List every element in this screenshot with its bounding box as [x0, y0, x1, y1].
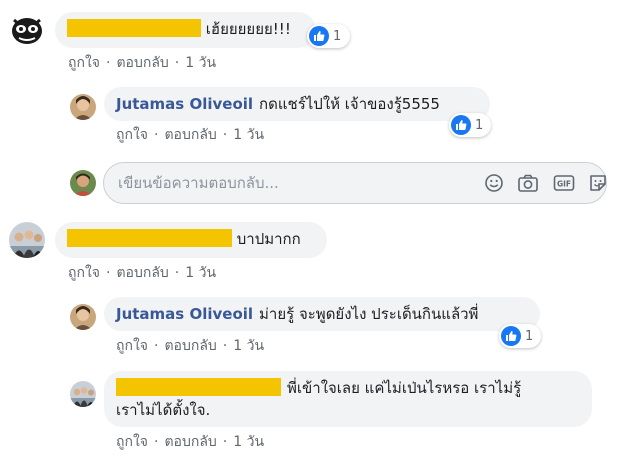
smiley-icon[interactable] [483, 172, 505, 194]
reply-text-line-1: พี่เข้าใจเลย แค่ไม่เป่นไรหรอ เราไม่รู้ [287, 379, 522, 397]
timestamp[interactable]: 1 วัน [233, 338, 264, 354]
reply-link[interactable]: ตอบกลับ [164, 127, 216, 143]
reply-bubble: Jutamas Oliveoil ม่ายรู้ จะพูดยังไง ประเด… [104, 297, 540, 331]
reply-input[interactable] [118, 163, 478, 203]
reply-link[interactable]: ตอบกลับ [116, 55, 168, 71]
reaction-number: 1 [333, 28, 342, 44]
comment-actions: ถูกใจ · ตอบกลับ · 1 วัน [68, 262, 216, 284]
sticker-icon[interactable] [587, 172, 609, 194]
reply-bubble: Jutamas Oliveoil กดแชร์ไปให้ เจ้าของรู้55… [104, 87, 490, 121]
reply-text: ม่ายรู้ จะพูดยังไง ประเด็นกินแล้วพี่ [259, 305, 479, 323]
reply-link[interactable]: ตอบกลับ [164, 434, 216, 450]
comment-text: บาปมากก [236, 230, 301, 248]
gif-icon[interactable]: GIF [553, 172, 575, 194]
separator-dot: · [154, 434, 159, 450]
separator-dot: · [174, 55, 180, 71]
separator-dot: · [222, 434, 228, 450]
timestamp[interactable]: 1 วัน [233, 434, 264, 450]
timestamp[interactable]: 1 วัน [233, 127, 264, 143]
separator-dot: · [174, 265, 180, 281]
reply-author-name[interactable]: Jutamas Oliveoil [116, 305, 253, 323]
reaction-count[interactable]: 1 [499, 324, 541, 348]
comment-bubble: บาปมากก [55, 222, 327, 258]
reaction-count[interactable]: 1 [449, 113, 491, 137]
like-link[interactable]: ถูกใจ [68, 55, 100, 71]
redacted-author-name [67, 229, 232, 247]
reply-text-line-2: เราไม่ได้ตั้งใจ. [116, 401, 211, 419]
reply-link[interactable]: ตอบกลับ [164, 338, 216, 354]
separator-dot: · [222, 338, 228, 354]
comment-actions: ถูกใจ · ตอบกลับ · 1 วัน [68, 52, 216, 74]
separator-dot: · [222, 127, 228, 143]
timestamp[interactable]: 1 วัน [185, 265, 216, 281]
reaction-number: 1 [475, 117, 484, 133]
reply-actions: ถูกใจ · ตอบกลับ · 1 วัน [116, 431, 264, 453]
redacted-author-name [116, 378, 281, 396]
reaction-count[interactable]: 1 [307, 24, 350, 48]
like-link[interactable]: ถูกใจ [116, 434, 148, 450]
reply-link[interactable]: ตอบกลับ [116, 265, 168, 281]
thumbs-up-icon [309, 26, 329, 46]
reply-text: กดแชร์ไปให้ เจ้าของรู้5555 [259, 95, 440, 113]
camera-icon[interactable] [517, 172, 539, 194]
like-link[interactable]: ถูกใจ [116, 127, 148, 143]
reply-actions: ถูกใจ · ตอบกลับ · 1 วัน [116, 124, 264, 146]
separator-dot: · [154, 127, 159, 143]
like-link[interactable]: ถูกใจ [68, 265, 100, 281]
reply-bubble: พี่เข้าใจเลย แค่ไม่เป่นไรหรอ เราไม่รู้ เ… [104, 371, 592, 427]
reaction-number: 1 [525, 328, 534, 344]
separator-dot: · [106, 265, 111, 281]
reply-author-avatar[interactable] [70, 304, 96, 330]
commenter-avatar[interactable] [9, 11, 45, 47]
separator-dot: · [154, 338, 159, 354]
thumbs-up-icon [501, 326, 521, 346]
reply-actions: ถูกใจ · ตอบกลับ · 1 วัน [116, 335, 264, 357]
reply-author-avatar[interactable] [70, 94, 96, 120]
reply-author-name[interactable]: Jutamas Oliveoil [116, 95, 253, 113]
current-user-avatar [70, 170, 96, 196]
svg-text:GIF: GIF [557, 180, 571, 189]
comment-text: เฮ้ยยยยยย!!! [205, 20, 291, 38]
comment-thread: เฮ้ยยยยยย!!! 1 ถูกใจ · ตอบกลับ · 1 วัน Jutam… [0, 0, 636, 466]
comment-bubble: เฮ้ยยยยยย!!! [55, 12, 316, 48]
reply-author-avatar[interactable] [70, 381, 96, 407]
timestamp[interactable]: 1 วัน [185, 55, 216, 71]
like-link[interactable]: ถูกใจ [116, 338, 148, 354]
reply-composer: GIF [103, 162, 607, 204]
redacted-author-name [67, 19, 201, 37]
commenter-avatar[interactable] [9, 222, 45, 258]
separator-dot: · [106, 55, 111, 71]
thumbs-up-icon [451, 115, 471, 135]
